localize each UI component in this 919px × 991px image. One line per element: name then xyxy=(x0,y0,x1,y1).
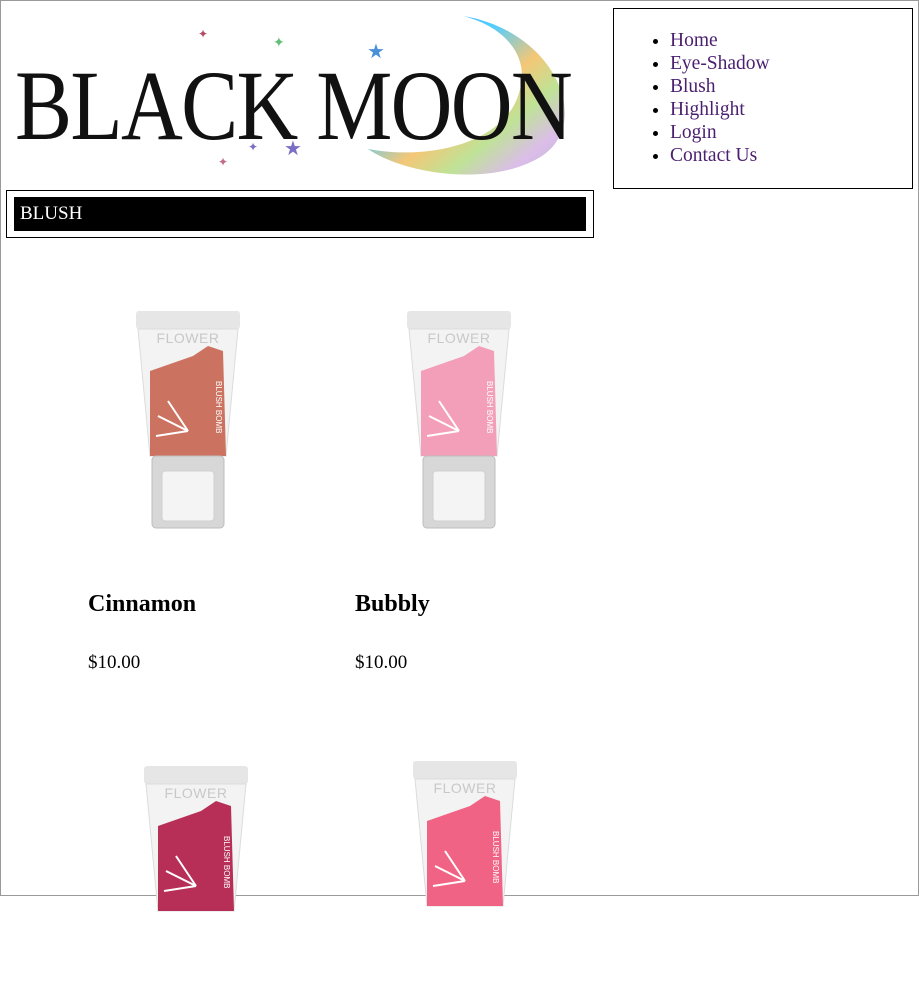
blush-tube-image: FLOWER BLUSH BOMB xyxy=(407,311,511,529)
star-icon: ✦ xyxy=(198,27,208,41)
product-price: $10.00 xyxy=(355,652,408,673)
category-header-box: BLUSH xyxy=(6,190,594,238)
nav-item-blush: Blush xyxy=(670,75,912,98)
nav-link-eye-shadow[interactable]: Eye-Shadow xyxy=(670,53,770,74)
svg-text:FLOWER: FLOWER xyxy=(157,330,220,346)
logo-wordmark: BLACK MOON xyxy=(15,50,571,161)
product-image[interactable]: FLOWER BLUSH BOMB xyxy=(405,761,525,986)
nav-link-login[interactable]: Login xyxy=(670,122,717,143)
nav-item-home: Home xyxy=(670,29,912,52)
svg-text:FLOWER: FLOWER xyxy=(165,785,228,801)
nav-link-home[interactable]: Home xyxy=(670,30,718,51)
svg-text:BLUSH BOMB: BLUSH BOMB xyxy=(485,381,494,433)
product-image[interactable]: FLOWER BLUSH BOMB xyxy=(399,311,519,536)
product-name[interactable]: Cinnamon xyxy=(88,591,196,618)
blush-tube-image: FLOWER BLUSH BOMB xyxy=(136,311,240,529)
brand-logo[interactable]: ✦ ✦ ★ ✦ ★ ✦ BLACK MOON xyxy=(13,11,583,181)
svg-text:BLUSH BOMB: BLUSH BOMB xyxy=(222,836,231,888)
product-price: $10.00 xyxy=(88,652,141,673)
product-image[interactable]: FLOWER BLUSH BOMB xyxy=(128,311,248,536)
product-image[interactable]: FLOWER BLUSH BOMB xyxy=(136,766,256,991)
nav-item-highlight: Highlight xyxy=(670,98,912,121)
black-moon-logo-image: ✦ ✦ ★ ✦ ★ ✦ BLACK MOON xyxy=(15,16,573,175)
nav-item-eye-shadow: Eye-Shadow xyxy=(670,52,912,75)
blush-tube-image: FLOWER BLUSH BOMB xyxy=(413,761,517,907)
star-icon: ✦ xyxy=(273,36,285,51)
nav-item-login: Login xyxy=(670,121,912,144)
svg-text:BLUSH BOMB: BLUSH BOMB xyxy=(214,381,223,433)
product-name[interactable]: Bubbly xyxy=(355,591,430,618)
svg-text:BLUSH BOMB: BLUSH BOMB xyxy=(491,831,500,883)
svg-text:FLOWER: FLOWER xyxy=(434,780,497,796)
nav-list: Home Eye-Shadow Blush Highlight Login Co… xyxy=(614,9,912,167)
blush-tube-image: FLOWER BLUSH BOMB xyxy=(144,766,248,912)
nav-link-contact-us[interactable]: Contact Us xyxy=(670,145,757,166)
main-nav: Home Eye-Shadow Blush Highlight Login Co… xyxy=(613,8,913,189)
nav-link-blush[interactable]: Blush xyxy=(670,76,716,97)
nav-item-contact-us: Contact Us xyxy=(670,144,912,167)
nav-link-highlight[interactable]: Highlight xyxy=(670,99,745,120)
category-title: BLUSH xyxy=(14,197,586,231)
svg-text:FLOWER: FLOWER xyxy=(428,330,491,346)
